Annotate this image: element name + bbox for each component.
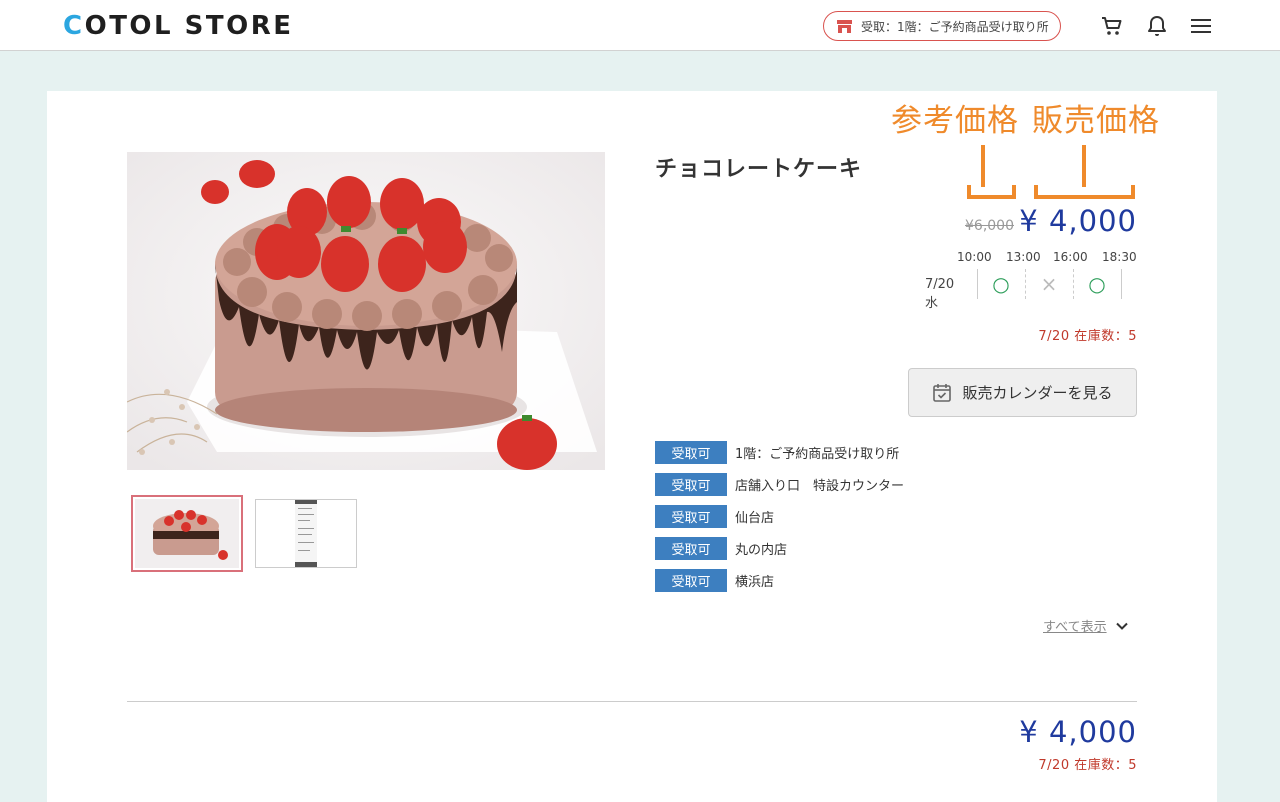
slot-unavailable: ×: [1040, 272, 1058, 296]
product-card: 参考価格 販売価格 チョコレートケーキ ¥6,000 ¥ 4,000 10:00…: [47, 91, 1217, 802]
product-title: チョコレートケーキ: [655, 157, 863, 182]
slot-date: 7/20水: [925, 277, 955, 311]
calendar-button-label: 販売カレンダーを見る: [962, 384, 1113, 402]
annotation-stem: [981, 145, 985, 187]
pickup-location-selector[interactable]: 受取：1階：ご予約商品受け取り所: [823, 11, 1061, 41]
show-all-link[interactable]: すべて表示: [1043, 616, 1129, 635]
pickup-badge: 受取可: [655, 441, 727, 464]
location-name: 1階：ご予約商品受け取り所: [735, 447, 900, 462]
cart-icon[interactable]: [1100, 14, 1124, 38]
section-divider: [127, 701, 1137, 702]
bell-icon[interactable]: [1145, 14, 1169, 38]
product-thumbnail-1[interactable]: [131, 495, 243, 572]
location-name: 仙台店: [735, 511, 775, 526]
pickup-badge: 受取可: [655, 537, 727, 560]
pickup-location-item: 受取可 1階：ご予約商品受け取り所: [655, 441, 899, 464]
location-name: 丸の内店: [735, 543, 788, 558]
pickup-location-item: 受取可 店舗入り口 特設カウンター: [655, 473, 904, 496]
store-icon: [837, 19, 852, 33]
annotation-bracket: [1034, 185, 1135, 199]
pickup-location-item: 受取可 横浜店: [655, 569, 774, 592]
show-all-label: すべて表示: [1043, 620, 1107, 635]
slot-available[interactable]: ○: [1073, 269, 1121, 299]
product-main-image[interactable]: [127, 152, 605, 470]
footer-stock-count: 7/20 在庫数：5: [1038, 758, 1137, 773]
slot-time: 10:00: [957, 250, 992, 264]
annotation-bracket: [967, 185, 1016, 199]
site-header: COTOL STORE 受取：1階：ご予約商品受け取り所: [0, 0, 1280, 51]
slot-available[interactable]: ○: [977, 269, 1025, 299]
location-name: 横浜店: [735, 575, 775, 590]
sales-calendar-button[interactable]: 販売カレンダーを見る: [908, 368, 1137, 417]
pickup-label: 受取：1階：ご予約商品受け取り所: [861, 19, 1049, 34]
stock-count: 7/20 在庫数：5: [1038, 329, 1137, 344]
pickup-badge: 受取可: [655, 505, 727, 528]
sale-price-annotation: 販売価格: [1032, 103, 1160, 139]
menu-icon[interactable]: [1189, 14, 1213, 38]
reference-price-annotation: 参考価格: [891, 103, 1019, 139]
slot-time: 16:00: [1053, 250, 1088, 264]
slot-time: 18:30: [1102, 250, 1137, 264]
pickup-location-item: 受取可 仙台店: [655, 505, 774, 528]
pickup-location-item: 受取可 丸の内店: [655, 537, 787, 560]
slot-divider: [1121, 269, 1122, 299]
slot-time: 13:00: [1006, 250, 1041, 264]
store-logo[interactable]: COTOL STORE: [63, 11, 294, 41]
chevron-down-icon: [1115, 622, 1128, 630]
calendar-icon: [933, 383, 952, 402]
product-thumbnail-2[interactable]: [255, 499, 357, 568]
annotation-stem: [1082, 145, 1086, 187]
location-name: 店舗入り口 特設カウンター: [735, 479, 905, 494]
pickup-badge: 受取可: [655, 569, 727, 592]
sale-price: ¥ 4,000: [1019, 204, 1137, 238]
pickup-badge: 受取可: [655, 473, 727, 496]
total-price: ¥ 4,000: [1019, 715, 1137, 749]
reference-price: ¥6,000: [965, 218, 1014, 234]
